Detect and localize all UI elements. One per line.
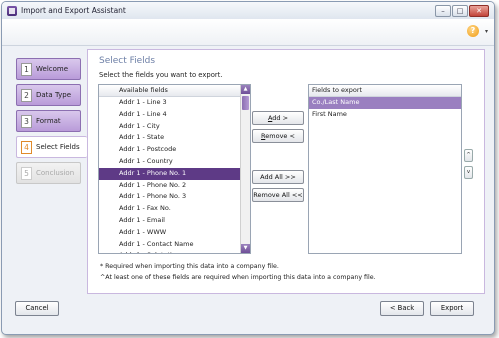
minimize-button[interactable]: –: [435, 5, 451, 17]
export-field-item[interactable]: Co./Last Name: [309, 97, 461, 109]
step-conclusion: 5 Conclusion: [16, 162, 81, 184]
step-number: 3: [21, 115, 32, 128]
fields-to-export-header: Fields to export: [309, 85, 461, 97]
app-icon: [7, 6, 17, 16]
back-button[interactable]: < Back: [380, 301, 424, 316]
available-fields-list[interactable]: Available fields Addr 1 - Line 3 Addr 1 -…: [98, 84, 251, 254]
step-number: 1: [21, 63, 32, 76]
step-number: 4: [21, 141, 32, 154]
step-label: Select Fields: [36, 143, 80, 151]
page-title: Select Fields: [99, 56, 156, 66]
fields-to-export-list[interactable]: Fields to export Co./Last Name First Name: [308, 84, 462, 254]
available-field-item[interactable]: Addr 1 - Contact Name: [99, 239, 250, 251]
scroll-down-icon[interactable]: ▼: [241, 244, 250, 253]
available-field-item[interactable]: Addr 1 - Phone No. 1: [99, 167, 250, 180]
step-number: 5: [21, 167, 32, 180]
available-field-item[interactable]: Addr 1 - Phone No. 3: [99, 191, 250, 203]
step-label: Conclusion: [36, 169, 75, 177]
step-label: Format: [36, 117, 61, 125]
title-bar: Import and Export Assistant – □ ✕: [2, 2, 494, 20]
scroll-up-icon[interactable]: ▲: [241, 85, 250, 94]
step-format[interactable]: 3 Format: [16, 110, 81, 132]
add-all-button[interactable]: Add All >>: [252, 170, 304, 184]
available-fields-header: Available fields: [99, 85, 250, 97]
remove-all-button[interactable]: Remove All <<: [252, 188, 304, 202]
window-title: Import and Export Assistant: [21, 6, 126, 15]
cancel-button[interactable]: Cancel: [15, 301, 59, 316]
chevron-down-icon[interactable]: ▾: [485, 28, 488, 35]
available-field-item[interactable]: Addr 1 - Email: [99, 215, 250, 227]
close-button[interactable]: ✕: [469, 5, 489, 17]
step-label: Welcome: [36, 65, 69, 73]
help-toolbar: [2, 19, 494, 46]
available-field-item[interactable]: Addr 1 - Salutation: [99, 250, 250, 253]
maximize-button[interactable]: □: [452, 5, 468, 17]
available-field-item[interactable]: Addr 1 - State: [99, 132, 250, 144]
help-icon[interactable]: ?: [467, 25, 479, 37]
available-field-item[interactable]: Addr 1 - Postcode: [99, 144, 250, 156]
move-up-button[interactable]: ^: [464, 149, 473, 162]
move-down-button[interactable]: v: [464, 166, 473, 179]
available-field-item[interactable]: Addr 1 - City: [99, 121, 250, 133]
export-field-item[interactable]: First Name: [309, 109, 461, 121]
available-field-item[interactable]: Addr 1 - Line 3: [99, 97, 250, 109]
add-button[interactable]: Add >: [252, 111, 304, 125]
export-button[interactable]: Export: [430, 301, 474, 316]
at-least-one-note: ^At least one of these fields are requir…: [100, 274, 376, 281]
step-select-fields[interactable]: 4 Select Fields: [16, 136, 87, 158]
available-field-item[interactable]: Addr 1 - Fax No.: [99, 203, 250, 215]
available-field-item[interactable]: Addr 1 - WWW: [99, 227, 250, 239]
required-note: * Required when importing this data into…: [100, 263, 279, 270]
step-data-type[interactable]: 2 Data Type: [16, 84, 81, 106]
import-export-window: Import and Export Assistant – □ ✕ ? ▾ 1 …: [1, 1, 495, 335]
available-field-item[interactable]: Addr 1 - Phone No. 2: [99, 180, 250, 192]
scroll-thumb[interactable]: [242, 96, 249, 110]
page-subtitle: Select the fields you want to export.: [99, 71, 223, 79]
available-field-item[interactable]: Addr 1 - Country: [99, 156, 250, 168]
available-fields-scrollbar[interactable]: ▲ ▼: [240, 85, 250, 253]
available-field-item[interactable]: Addr 1 - Line 4: [99, 109, 250, 121]
step-label: Data Type: [36, 91, 72, 99]
step-number: 2: [21, 89, 32, 102]
select-fields-panel: Select Fields Select the fields you want…: [87, 49, 485, 294]
step-welcome[interactable]: 1 Welcome: [16, 58, 81, 80]
remove-button[interactable]: Remove <: [252, 129, 304, 143]
